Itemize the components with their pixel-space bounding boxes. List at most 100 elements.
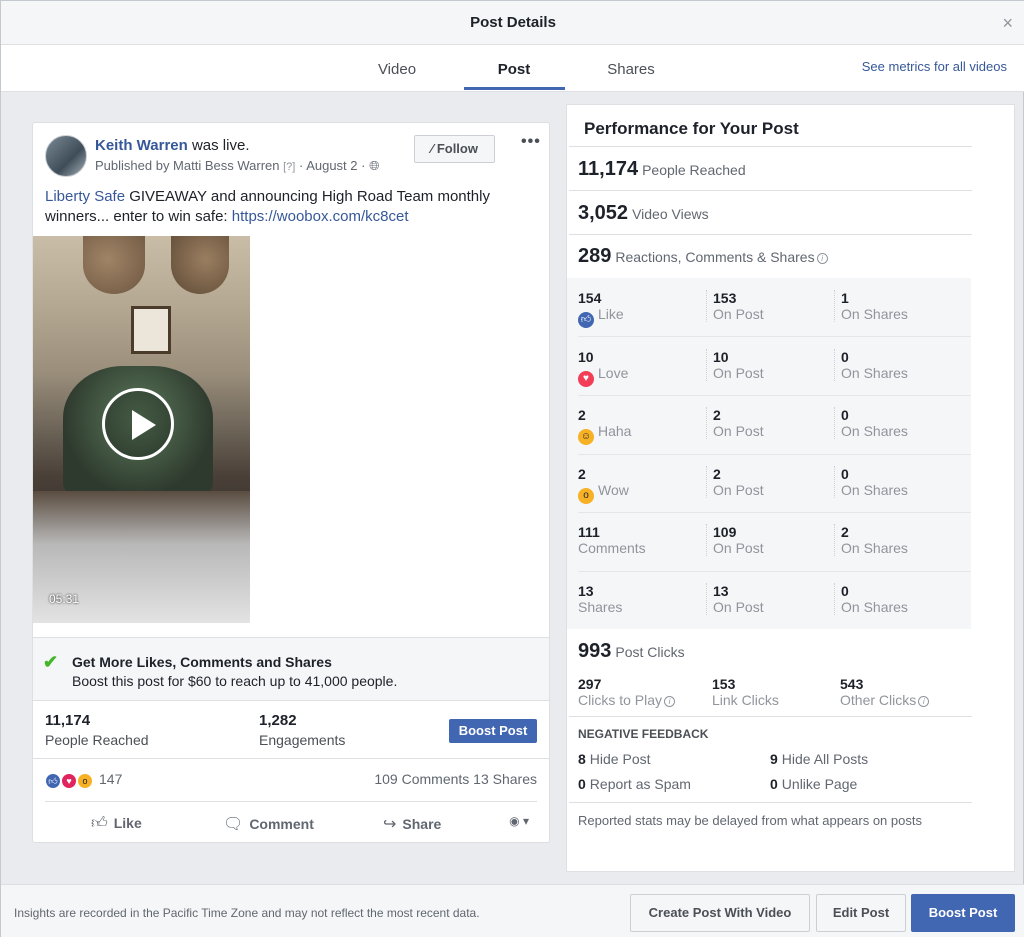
promo-subtitle: Boost this post for $60 to reach up to 4… (72, 673, 398, 689)
on-shares-value: 0 (841, 583, 849, 599)
author-name[interactable]: Keith Warren (95, 137, 188, 154)
published-by: Published by Matti Bess Warren (95, 158, 280, 173)
active-tab-indicator (464, 87, 565, 90)
breakdown-cell: 👍︎ Like (578, 306, 703, 328)
unlike-page-label: Unlike Page (781, 776, 858, 792)
breakdown-cell: ♥ Love (578, 365, 703, 387)
reactions-count[interactable]: 147 (99, 771, 122, 787)
rss-icon: ⁄ (431, 141, 434, 156)
comments-shares-count[interactable]: 109 Comments 13 Shares (374, 771, 537, 787)
on-post-label: On Post (713, 599, 764, 615)
wow-total: 2 (578, 466, 586, 482)
video-views-label: Video Views (632, 206, 709, 222)
performance-title: Performance for Your Post (584, 119, 799, 138)
author-line: Keith Warren was live. (95, 137, 250, 154)
on-shares-value: 1 (841, 290, 849, 306)
boost-post-button[interactable]: Boost Post (911, 894, 1015, 932)
video-duration: 05:31 (49, 592, 80, 606)
on-post-value: 10 (713, 349, 729, 365)
more-options-icon[interactable]: ••• (521, 133, 541, 151)
breakdown-cell: 2 ☺ Haha (578, 407, 703, 445)
comment-button[interactable]: 🗨︎ Comment (223, 814, 314, 834)
on-post-value: 153 (713, 290, 737, 306)
unlike-page-value: 0 (770, 776, 778, 792)
breakdown-cell: 10 On Post (706, 349, 831, 381)
on-shares-value: 0 (841, 407, 849, 423)
tab-video[interactable]: Video (347, 61, 447, 78)
on-post-label: On Post (713, 365, 764, 381)
disclaimer: Reported stats may be delayed from what … (578, 813, 922, 828)
clicks-cell: Other Clicks i (840, 692, 959, 708)
audience-selector[interactable]: ◉ ▾ (509, 814, 529, 828)
divider (569, 190, 972, 191)
help-link[interactable]: [?] (283, 161, 295, 173)
liberty-safe-link[interactable]: Liberty Safe (45, 188, 125, 205)
negative-feedback-title: NEGATIVE FEEDBACK (578, 727, 709, 741)
like-button[interactable]: 👍︎ Like (91, 814, 142, 833)
on-shares-label: On Shares (841, 599, 908, 615)
video-thumbnail[interactable]: 05:31 (33, 236, 250, 623)
engagements-value: 1,282 (259, 712, 297, 729)
breakdown-cell: 10 ♥ Love (578, 349, 703, 387)
play-icon[interactable] (102, 388, 174, 460)
woobox-link[interactable]: https://woobox.com/kc8cet (232, 208, 409, 225)
unlike-page-stat: 0 Unlike Page (770, 776, 857, 792)
breakdown-cell: 1 On Shares (834, 290, 959, 322)
create-post-with-video-button[interactable]: Create Post With Video (630, 894, 810, 932)
dialog-title: Post Details (470, 14, 556, 31)
love-icon: ♥ (578, 371, 594, 387)
divider (569, 802, 972, 803)
info-icon[interactable]: i (816, 253, 828, 264)
avatar[interactable] (45, 135, 87, 177)
report-spam-value: 0 (578, 776, 586, 792)
rcs-value: 289 (578, 245, 612, 267)
boost-post-button[interactable]: Boost Post (449, 719, 537, 743)
chevron-down-icon: ▾ (522, 814, 529, 828)
hide-all-posts-stat: 9 Hide All Posts (770, 751, 868, 767)
see-metrics-link[interactable]: See metrics for all videos (862, 59, 1007, 74)
shares-total: 13 (578, 583, 594, 599)
hide-post-stat: 8 Hide Post (578, 751, 651, 767)
breakdown-cell: 109 On Post (706, 524, 831, 556)
tab-shares[interactable]: Shares (581, 61, 681, 78)
share-label: Share (402, 816, 442, 832)
thumbs-up-icon: 👍︎ (91, 815, 108, 832)
people-reached-value: 11,174 (578, 158, 639, 180)
reactions-breakdown: 154 👍︎ Like 153 On Post 1 On Shares 10 ♥ Lov… (567, 278, 971, 629)
comments-label: Comments (578, 540, 646, 556)
clicks-cell: 543 Other Clicks i (834, 676, 959, 708)
breakdown-cell: 0 On Shares (834, 466, 959, 498)
video-scene-frame (131, 306, 171, 354)
like-label: Like (598, 306, 624, 322)
on-shares-label: On Shares (841, 423, 908, 439)
breakdown-cell: 154 👍︎ Like (578, 290, 703, 328)
breakdown-row-love: 10 ♥ Love 10 On Post 0 On Shares (567, 337, 971, 395)
performance-panel: Performance for Your Post 11,174 People R… (566, 104, 1015, 872)
like-reaction-icon: 👍︎ (45, 773, 61, 789)
edit-post-button[interactable]: Edit Post (816, 894, 906, 932)
on-shares-label: On Shares (841, 540, 908, 556)
post-stats-row: 11,174 People Reached 1,282 Engagements … (33, 701, 549, 759)
on-shares-label: On Shares (841, 482, 908, 498)
follow-button[interactable]: ⁄ Follow (414, 135, 495, 163)
on-shares-value: 2 (841, 524, 849, 540)
clicks-cell: 153 Link Clicks (706, 676, 831, 708)
info-icon[interactable]: i (664, 696, 676, 707)
breakdown-cell: 13 Shares (578, 583, 703, 615)
share-button[interactable]: ↪ Share (383, 814, 441, 834)
divider (569, 234, 972, 235)
dialog-header: Post Details × (1, 1, 1024, 45)
clicks-to-play-value: 297 (578, 676, 602, 692)
post-preview-card: Keith Warren was live. Published by Matt… (32, 122, 550, 843)
clicks-cell: Clicks to Play i (578, 692, 703, 708)
tab-post[interactable]: Post (464, 61, 564, 78)
people-reached-label: People Reached (45, 732, 149, 748)
post-details-dialog: Post Details × Video Post Shares See met… (0, 0, 1024, 937)
hide-post-label: Hide Post (589, 751, 651, 767)
like-label: Like (113, 815, 142, 831)
post-clicks-stat: 993 Post Clicks (578, 640, 685, 663)
share-icon: ↪ (383, 816, 397, 833)
info-icon[interactable]: i (918, 696, 930, 707)
close-icon[interactable]: × (1002, 13, 1013, 34)
post-date[interactable]: · August 2 · (299, 158, 365, 173)
